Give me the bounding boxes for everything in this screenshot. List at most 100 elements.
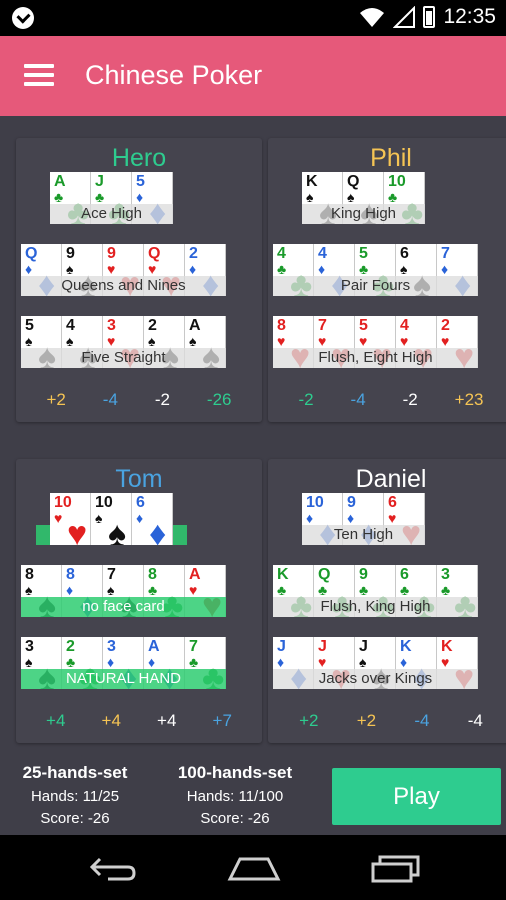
- hand-row-middle: 4♣♣4♦♦5♣♣6♠♠7♦♦Pair Fours: [273, 244, 478, 296]
- score-value: -4: [102, 390, 118, 409]
- menu-icon[interactable]: [24, 64, 56, 88]
- card-suit-icon: ♥: [107, 333, 116, 349]
- player-panel-phil: PhilK♠♠Q♠♠10♣♣King High4♣♣4♦♦5♣♣6♠♠7♦♦Pa…: [268, 138, 506, 422]
- score-value: +2: [299, 711, 319, 730]
- card-suit-large-icon: ♠: [108, 515, 127, 545]
- hand-row-middle: Q♦♦9♠♠9♥♥Q♥♥2♦♦Queens and Nines: [21, 244, 226, 296]
- card-rank: K: [306, 173, 318, 190]
- card-suit-icon: ♣: [54, 189, 64, 205]
- card-rank: A: [54, 173, 66, 190]
- hand-label: NATURAL HAND: [21, 669, 226, 689]
- card-suit-icon: ♥: [359, 333, 368, 349]
- card-suit-icon: ♣: [388, 189, 398, 205]
- card-suit-icon: ♦: [25, 261, 33, 277]
- player-scores: +2 -4 -2 -26: [16, 390, 262, 410]
- card-suit-icon: ♣: [359, 582, 369, 598]
- hand-label: King High: [302, 204, 425, 224]
- card-rank: 5: [136, 173, 145, 190]
- hand-row-middle: 8♠♠8♦♦7♠♠8♣♣A♥♥no face card: [21, 565, 226, 617]
- card-rank: 10: [388, 173, 406, 190]
- hand-row-back: 5♠♠4♠♠3♥♥2♠♠A♠♠Five Straight: [21, 316, 226, 368]
- card-suit-icon: ♣: [189, 654, 199, 670]
- card-rank: 3: [25, 638, 34, 655]
- card-rank: 6: [388, 494, 397, 511]
- card-rank: 6: [400, 566, 409, 583]
- hand-row-back: 8♥♥7♥♥5♥♥4♥♥2♥♥Flush, Eight High: [273, 316, 478, 368]
- card-suit-icon: ♣: [318, 582, 328, 598]
- score-value: -2: [298, 390, 314, 409]
- score-value: -4: [414, 711, 430, 730]
- card-suit-icon: ♠: [95, 510, 103, 526]
- card-suit-icon: ♦: [148, 654, 156, 670]
- card-suit-icon: ♦: [306, 510, 314, 526]
- card-rank: 4: [66, 317, 75, 334]
- card-suit-icon: ♥: [107, 261, 116, 277]
- signal-icon: [393, 6, 416, 28]
- home-icon[interactable]: [226, 855, 282, 881]
- score-value: +4: [157, 711, 177, 730]
- playing-card: 10 ♥ ♥: [50, 493, 91, 545]
- card-rank: K: [400, 638, 412, 655]
- score-value: +4: [101, 711, 121, 730]
- card-suit-icon: ♥: [441, 654, 450, 670]
- card-rank: 3: [107, 638, 116, 655]
- card-rank: 8: [25, 566, 34, 583]
- card-suit-icon: ♠: [25, 333, 33, 349]
- card-rank: 5: [359, 245, 368, 262]
- hand-row-back: J♦♦J♥♥J♠♠K♦♦K♥♥Jacks over Kings: [273, 637, 478, 689]
- player-name: Tom: [115, 465, 163, 493]
- card-rank: 5: [25, 317, 34, 334]
- card-suit-icon: ♠: [66, 333, 74, 349]
- card-suit-icon: ♣: [95, 189, 105, 205]
- hand-label: Flush, Eight High: [273, 348, 478, 368]
- status-icons: 12:35: [359, 5, 496, 29]
- card-suit-icon: ♣: [277, 582, 287, 598]
- card-suit-large-icon: ♦: [149, 515, 167, 545]
- set-score: Score: -26: [40, 810, 110, 827]
- back-icon[interactable]: [88, 855, 138, 881]
- card-rank: 10: [306, 494, 324, 511]
- card-suit-icon: ♥: [318, 333, 327, 349]
- card-rank: K: [277, 566, 289, 583]
- card-suit-icon: ♦: [277, 654, 285, 670]
- card-rank: 5: [359, 317, 368, 334]
- player-scores: +2 +2 -4 -4: [268, 711, 506, 731]
- recents-icon[interactable]: [370, 855, 422, 883]
- hand-row-back: 3♠♠2♣♣3♦♦A♦♦7♣♣NATURAL HAND: [21, 637, 226, 689]
- card-suit-icon: ♠: [306, 189, 314, 205]
- status-bar: 12:35: [0, 0, 506, 36]
- score-value: +4: [46, 711, 66, 730]
- card-suit-icon: ♦: [66, 582, 74, 598]
- card-suit-icon: ♣: [148, 582, 158, 598]
- card-suit-icon: ♥: [148, 261, 157, 277]
- card-rank: 7: [189, 638, 198, 655]
- hand-label: Five Straight: [21, 348, 226, 368]
- card-suit-icon: ♠: [25, 654, 33, 670]
- card-suit-icon: ♦: [136, 189, 144, 205]
- card-suit-icon: ♣: [400, 582, 410, 598]
- card-suit-icon: ♦: [107, 654, 115, 670]
- score-value: +7: [212, 711, 232, 730]
- card-suit-icon: ♠: [359, 654, 367, 670]
- player-name: Hero: [111, 144, 167, 172]
- card-rank: 4: [277, 245, 286, 262]
- player-panel-tom: Tom10♥♥10♠♠6♦♦8♠♠8♦♦7♠♠8♣♣A♥♥no face car…: [16, 459, 262, 743]
- play-button[interactable]: Play: [332, 768, 501, 825]
- card-rank: 2: [148, 317, 157, 334]
- app-bar: Chinese Poker: [0, 36, 506, 116]
- card-rank: J: [359, 638, 368, 655]
- card-rank: 7: [318, 317, 327, 334]
- card-rank: 8: [148, 566, 157, 583]
- wifi-icon: [360, 8, 385, 27]
- hand-label: Ace High: [50, 204, 173, 224]
- card-rank: Q: [148, 245, 161, 262]
- card-rank: 2: [441, 317, 450, 334]
- card-suit-icon: ♣: [359, 261, 369, 277]
- card-suit-icon: ♦: [441, 261, 449, 277]
- score-value: +23: [454, 390, 484, 409]
- card-rank: A: [189, 317, 201, 334]
- card-rank: 6: [136, 494, 145, 511]
- card-rank: Q: [318, 566, 331, 583]
- card-suit-icon: ♣: [66, 654, 76, 670]
- card-suit-icon: ♠: [25, 582, 33, 598]
